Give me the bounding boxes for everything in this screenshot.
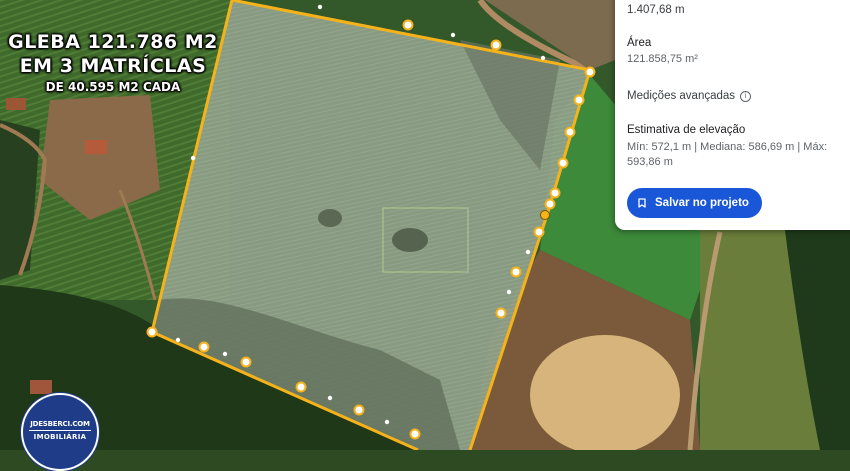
listing-title: GLEBA 121.786 M2 [8,31,218,53]
house [30,380,52,394]
info-icon[interactable]: i [740,90,752,102]
vertex [490,39,502,51]
vertex [510,266,522,278]
vertex [564,126,576,138]
house [85,140,107,154]
elevation-label: Estimativa de elevação [627,124,746,136]
listing-overlay-text: GLEBA 121.786 M2 EM 3 MATRÍCLAS DE 40.59… [0,30,226,95]
advanced-measurements[interactable]: Medições avançadas i [627,90,752,102]
vertex [409,428,421,440]
vertex [584,66,596,78]
tree-clump [318,209,342,227]
vertex [402,19,414,31]
vertex [544,198,556,210]
logo-divider [29,430,91,431]
vertex [353,404,365,416]
measurement-panel: 1.407,68 m Área 121.858,75 m² Medições a… [615,0,850,230]
vertex [549,187,561,199]
house [6,98,26,110]
tree-clump [392,228,428,252]
elevation-value: Mín: 572,1 m | Mediana: 586,69 m | Máx: … [627,141,828,168]
vertex [295,381,307,393]
logo-subtitle: IMOBILIÁRIA [33,433,87,441]
bookmark-icon [638,198,646,208]
listing-subtitle: EM 3 MATRÍCLAS [19,55,207,77]
perimeter-value: 1.407,68 m [627,4,685,16]
vertex [240,356,252,368]
active-vertex[interactable] [540,210,550,220]
advanced-measurements-label: Medições avançadas [627,90,736,102]
logo-site: JDESBERCI.COM [30,420,90,428]
save-button-label: Salvar no projeto [655,197,749,209]
vertex [533,226,545,238]
save-to-project-button[interactable]: Salvar no projeto [627,188,762,218]
vertex [573,94,585,106]
vertex [557,157,569,169]
agency-logo: JDESBERCI.COM IMOBILIÁRIA [21,393,99,471]
area-label: Área [627,37,652,49]
harvested-field [530,335,680,450]
area-value: 121.858,75 m² [627,53,698,65]
vertex [146,326,158,338]
vertex [198,341,210,353]
vertex [495,307,507,319]
listing-detail: DE 40.595 M2 CADA [45,80,181,94]
